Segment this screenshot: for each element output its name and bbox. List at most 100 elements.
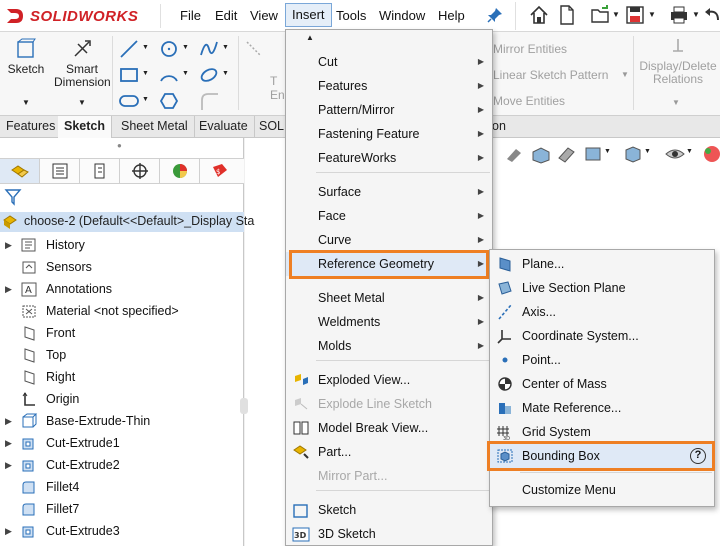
- menu-item-fastening-feature[interactable]: Fastening Feature ▶: [286, 122, 492, 146]
- filter-icon[interactable]: [4, 188, 22, 206]
- pin-icon[interactable]: [486, 6, 504, 24]
- configuration-manager-tab[interactable]: [80, 159, 120, 183]
- chevron-down-icon[interactable]: ▼: [222, 44, 229, 51]
- feature-tree-item[interactable]: ▶ History: [0, 234, 244, 256]
- fillet-sketch-icon[interactable]: [198, 90, 220, 112]
- view-orientation-icon[interactable]: [622, 144, 644, 164]
- menu-insert[interactable]: Insert: [285, 3, 332, 27]
- menu-tools[interactable]: Tools: [330, 6, 372, 26]
- feature-tree-root[interactable]: choose-2 (Default<<Default>_Display Sta: [0, 212, 254, 232]
- panel-collapse-handle[interactable]: ●: [117, 141, 122, 150]
- feature-tree-item[interactable]: Fillet4: [0, 476, 244, 498]
- panel-splitter-handle[interactable]: [240, 398, 248, 414]
- property-manager-tab[interactable]: [40, 159, 80, 183]
- display-manager-tab[interactable]: [160, 159, 200, 183]
- menu-item-molds[interactable]: Molds ▶: [286, 334, 492, 358]
- feature-tree-item[interactable]: Origin: [0, 388, 244, 410]
- dimxpert-manager-tab[interactable]: [120, 159, 160, 183]
- line-icon[interactable]: [118, 38, 140, 60]
- feature-tree-item[interactable]: Right: [0, 366, 244, 388]
- trim-entities-icon[interactable]: [243, 38, 265, 60]
- rectangle-icon[interactable]: [118, 64, 140, 86]
- menu-view[interactable]: View: [244, 6, 284, 26]
- expand-arrow-icon[interactable]: ▶: [5, 432, 12, 454]
- sketch-button[interactable]: Sketch: [0, 38, 52, 76]
- tab-features[interactable]: Features: [0, 116, 63, 138]
- menu-item-coordinate-system[interactable]: Coordinate System...: [490, 324, 714, 348]
- spline-icon[interactable]: [198, 38, 220, 60]
- menu-item-part[interactable]: Part...: [286, 440, 492, 464]
- menu-item-sheet-metal[interactable]: Sheet Metal ▶: [286, 286, 492, 310]
- chevron-down-icon[interactable]: ▼: [686, 148, 693, 155]
- menu-item-model-break-view[interactable]: Model Break View...: [286, 416, 492, 440]
- menu-item-features[interactable]: Features ▶: [286, 74, 492, 98]
- expand-arrow-icon[interactable]: ▶: [5, 410, 12, 432]
- chevron-down-icon[interactable]: ▼: [692, 10, 700, 19]
- menu-item-plane[interactable]: Plane...: [490, 252, 714, 276]
- chevron-down-icon[interactable]: ▼: [142, 96, 149, 103]
- menu-item-3d-sketch[interactable]: 3D 3D Sketch: [286, 522, 492, 546]
- chevron-down-icon[interactable]: ▼: [672, 98, 680, 107]
- menu-item-featureworks[interactable]: FeatureWorks ▶: [286, 146, 492, 170]
- tab-evaluate[interactable]: Evaluate: [193, 116, 255, 138]
- print-icon[interactable]: [668, 4, 690, 26]
- expand-arrow-icon[interactable]: ▶: [5, 278, 12, 300]
- slot-icon[interactable]: [118, 90, 140, 112]
- feature-tree-item[interactable]: Fillet7: [0, 498, 244, 520]
- menu-file[interactable]: File: [174, 6, 207, 26]
- arc-icon[interactable]: [158, 64, 180, 86]
- chevron-down-icon[interactable]: ▼: [612, 10, 620, 19]
- tab-sheet-metal[interactable]: Sheet Metal: [115, 116, 195, 138]
- expand-arrow-icon[interactable]: ▶: [5, 454, 12, 476]
- zoom-to-area-icon[interactable]: [504, 144, 526, 164]
- home-icon[interactable]: [528, 4, 550, 26]
- dynamic-annotation-icon[interactable]: [582, 144, 604, 164]
- feature-tree-item[interactable]: ▶ A Annotations: [0, 278, 244, 300]
- expand-arrow-icon[interactable]: ▶: [5, 234, 12, 256]
- menu-edit[interactable]: Edit: [209, 6, 243, 26]
- tab-sketch[interactable]: Sketch: [58, 116, 112, 138]
- chevron-down-icon[interactable]: ▼: [142, 70, 149, 77]
- menu-item-weldments[interactable]: Weldments ▶: [286, 310, 492, 334]
- scroll-up-icon[interactable]: ▲: [306, 33, 314, 42]
- menu-item-customize-menu[interactable]: Customize Menu: [490, 478, 714, 502]
- chevron-down-icon[interactable]: ▼: [78, 98, 86, 107]
- feature-tree-item[interactable]: Sensors: [0, 256, 244, 278]
- new-document-icon[interactable]: [556, 4, 578, 26]
- menu-window[interactable]: Window: [373, 6, 431, 26]
- menu-item-live-section-plane[interactable]: Live Section Plane: [490, 276, 714, 300]
- feature-tree-item[interactable]: ▶ Cut-Extrude2: [0, 454, 244, 476]
- chevron-down-icon[interactable]: ▼: [22, 98, 30, 107]
- feature-tree-item[interactable]: ▶ Cut-Extrude3: [0, 520, 244, 542]
- feature-tree-item[interactable]: ▶ Cut-Extrude1: [0, 432, 244, 454]
- ellipse-icon[interactable]: [198, 64, 220, 86]
- chevron-down-icon[interactable]: ▼: [142, 44, 149, 51]
- undo-icon[interactable]: [702, 4, 720, 26]
- save-icon[interactable]: [624, 4, 646, 26]
- menu-item-sketch[interactable]: Sketch: [286, 498, 492, 522]
- display-relations-icon[interactable]: [667, 36, 689, 58]
- menu-item-pattern-mirror[interactable]: Pattern/Mirror ▶: [286, 98, 492, 122]
- menu-item-center-of-mass[interactable]: Center of Mass: [490, 372, 714, 396]
- hide-show-icon[interactable]: [664, 144, 686, 164]
- menu-help[interactable]: Help: [432, 6, 471, 26]
- feature-tree-tab[interactable]: [0, 159, 40, 183]
- menu-item-axis[interactable]: Axis...: [490, 300, 714, 324]
- move-entities-label[interactable]: Move Entities: [493, 94, 565, 108]
- menu-item-point[interactable]: Point...: [490, 348, 714, 372]
- linear-sketch-pattern-label[interactable]: Linear Sketch Pattern: [493, 68, 608, 82]
- menu-item-curve[interactable]: Curve ▶: [286, 228, 492, 252]
- chevron-down-icon[interactable]: ▼: [604, 148, 611, 155]
- chevron-down-icon[interactable]: ▼: [648, 10, 656, 19]
- open-folder-icon[interactable]: [590, 4, 612, 26]
- menu-item-cut[interactable]: Cut ▶: [286, 50, 492, 74]
- expand-arrow-icon[interactable]: ▶: [5, 520, 12, 542]
- menu-item-mate-reference[interactable]: Mate Reference...: [490, 396, 714, 420]
- mirror-entities-label[interactable]: Mirror Entities: [493, 42, 567, 56]
- feature-tree-item[interactable]: Material <not specified>: [0, 300, 244, 322]
- feature-tree-item[interactable]: ▶ Base-Extrude-Thin: [0, 410, 244, 432]
- polygon-icon[interactable]: [158, 90, 180, 112]
- chevron-down-icon[interactable]: ▼: [182, 44, 189, 51]
- chevron-down-icon[interactable]: ▼: [182, 70, 189, 77]
- chevron-down-icon[interactable]: ▼: [222, 70, 229, 77]
